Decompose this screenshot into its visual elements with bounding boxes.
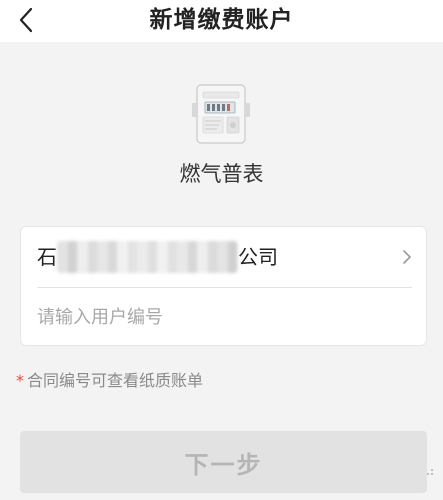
company-name-prefix: 石 (37, 245, 57, 269)
company-name-suffix: 公司 (238, 245, 278, 269)
next-step-button[interactable]: 下一步 (20, 431, 427, 493)
account-form-card: 石 公司 (20, 226, 427, 346)
contract-hint: * 合同编号可查看纸质账单 (16, 370, 203, 392)
required-asterisk: * (16, 371, 24, 390)
top-bar: 新增缴费账户 (0, 0, 443, 42)
gas-meter-icon (191, 83, 251, 145)
user-number-input[interactable] (37, 299, 407, 335)
page-title: 新增缴费账户 (149, 7, 294, 33)
resize-grip-icon (426, 468, 434, 476)
meter-type-label: 燃气普表 (179, 162, 264, 186)
company-select[interactable]: 石 公司 (21, 227, 426, 287)
form-divider (37, 287, 412, 288)
hint-text: 合同编号可查看纸质账单 (27, 371, 204, 390)
chevron-right-icon (403, 250, 411, 264)
redacted-company-name (57, 241, 238, 273)
